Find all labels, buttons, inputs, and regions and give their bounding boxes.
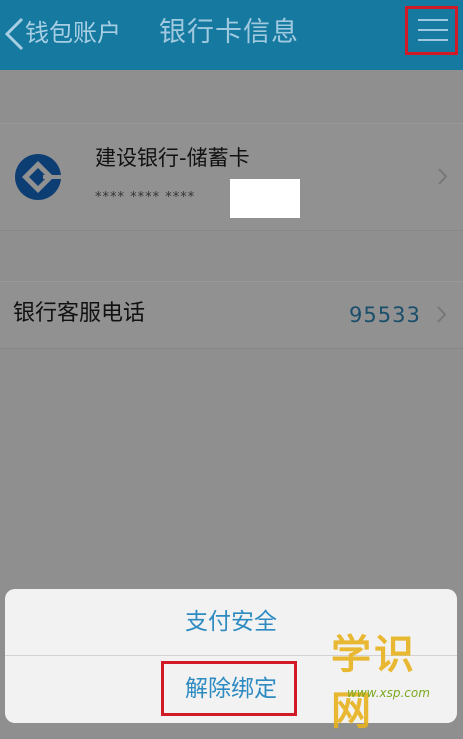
menu-button[interactable] <box>405 6 458 55</box>
redaction-box <box>230 179 300 218</box>
site-watermark: 学识网 www.xsp.com <box>331 627 459 734</box>
bank-card-row[interactable]: 建设银行-储蓄卡 **** **** **** <box>0 123 463 231</box>
bank-card-name: 建设银行-储蓄卡 <box>95 146 250 170</box>
watermark-text: 学识网 <box>331 632 417 734</box>
chevron-right-icon <box>437 168 448 185</box>
service-phone-label: 银行客服电话 <box>13 301 146 326</box>
top-nav-bar: 钱包账户 银行卡信息 <box>0 0 463 70</box>
chevron-right-icon <box>436 306 447 323</box>
watermark-url: www.xsp.com <box>347 686 430 700</box>
back-button[interactable]: 钱包账户 <box>25 17 121 49</box>
masked-card-number: **** **** **** <box>95 190 196 205</box>
page-title: 银行卡信息 <box>159 17 299 48</box>
ccb-bank-logo-icon <box>14 153 63 201</box>
service-phone-number: 95533 <box>349 303 421 327</box>
service-phone-row[interactable]: 银行客服电话 95533 <box>0 281 463 349</box>
